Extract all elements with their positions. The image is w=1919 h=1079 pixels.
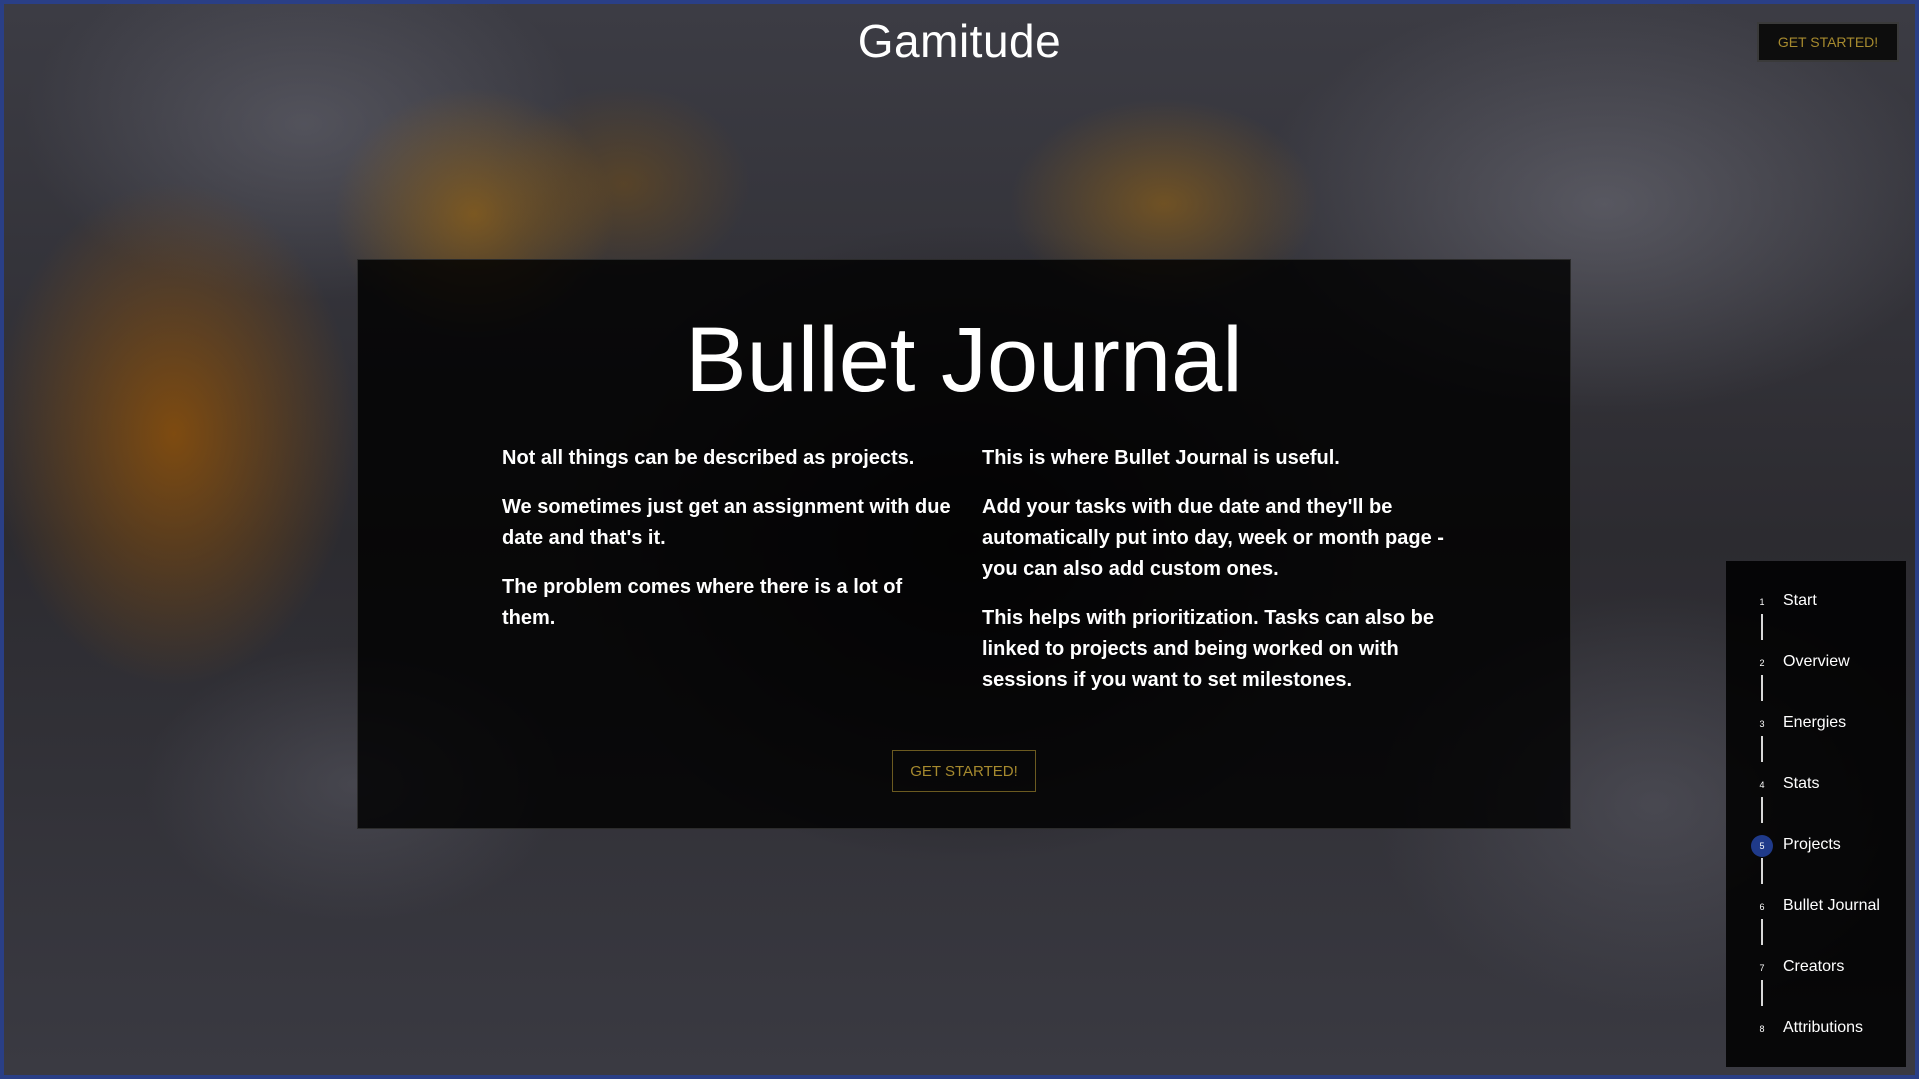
nav-item-label: Projects — [1783, 836, 1841, 853]
right-paragraph: This is where Bullet Journal is useful. — [982, 447, 1340, 469]
nav-item-label: Creators — [1783, 958, 1845, 975]
nav-step-number: 3 — [1759, 719, 1765, 729]
right-paragraph: Add your tasks with due date and they'll… — [982, 496, 1444, 580]
left-text-column: Not all things can be described as proje… — [502, 443, 952, 652]
nav-item-label: Energies — [1783, 714, 1847, 731]
nav-item-label: Attributions — [1783, 1019, 1864, 1036]
nav-item-creators[interactable]: 7 Creators — [1726, 953, 1906, 983]
left-paragraph: Not all things can be described as proje… — [502, 447, 915, 469]
nav-connector — [1761, 675, 1763, 701]
nav-step-number: 2 — [1759, 658, 1765, 668]
nav-item-energies[interactable]: 3 Energies — [1726, 709, 1906, 739]
nav-step-number-active: 5 — [1751, 835, 1773, 857]
section-card: Bullet Journal Not all things can be des… — [357, 259, 1571, 829]
nav-connector — [1761, 736, 1763, 762]
nav-item-label: Stats — [1783, 775, 1820, 792]
section-nav: 1 Start 2 Overview 3 Energies 4 Stats 5 … — [1726, 561, 1906, 1067]
nav-item-overview[interactable]: 2 Overview — [1726, 648, 1906, 678]
nav-connector — [1761, 980, 1763, 1006]
page-viewport: Gamitude GET STARTED! Bullet Journal Not… — [0, 0, 1919, 1079]
section-title: Bullet Journal — [685, 309, 1243, 411]
nav-item-label: Bullet Journal — [1783, 897, 1880, 914]
right-paragraph: This helps with prioritization. Tasks ca… — [982, 607, 1434, 691]
nav-item-label: Start — [1783, 592, 1817, 609]
nav-step-number: 8 — [1759, 1024, 1765, 1034]
nav-item-label: Overview — [1783, 653, 1850, 670]
nav-connector — [1761, 614, 1763, 640]
nav-connector — [1761, 797, 1763, 823]
nav-step-number: 1 — [1759, 597, 1765, 607]
section-get-started-button[interactable]: GET STARTED! — [892, 750, 1036, 792]
nav-item-start[interactable]: 1 Start — [1726, 587, 1906, 617]
site-title: Gamitude — [857, 15, 1062, 67]
nav-step-number: 4 — [1759, 780, 1765, 790]
nav-item-projects[interactable]: 5 Projects — [1726, 831, 1906, 861]
nav-step-number: 7 — [1759, 963, 1765, 973]
nav-connector — [1761, 858, 1763, 884]
header-get-started-button[interactable]: GET STARTED! — [1757, 22, 1899, 62]
nav-step-number: 6 — [1759, 902, 1765, 912]
nav-item-stats[interactable]: 4 Stats — [1726, 770, 1906, 800]
right-text-column: This is where Bullet Journal is useful. … — [982, 443, 1452, 714]
nav-item-attributions[interactable]: 8 Attributions — [1726, 1014, 1906, 1044]
left-paragraph: The problem comes where there is a lot o… — [502, 576, 903, 629]
left-paragraph: We sometimes just get an assignment with… — [502, 496, 951, 549]
nav-item-bullet-journal[interactable]: 6 Bullet Journal — [1726, 892, 1906, 922]
nav-connector — [1761, 919, 1763, 945]
